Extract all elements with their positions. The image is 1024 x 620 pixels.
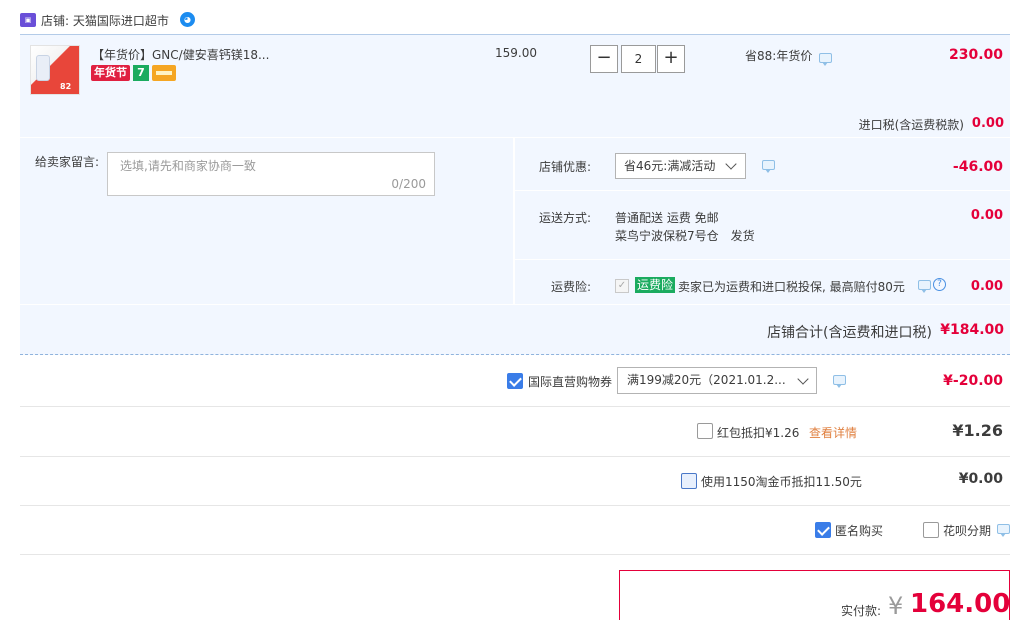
- chat-bubble-icon[interactable]: [819, 53, 832, 66]
- quantity-minus-button[interactable]: −: [590, 45, 618, 73]
- divider: [20, 505, 1010, 506]
- seven-day-return-icon: 7: [133, 65, 149, 81]
- chat-bubble-icon[interactable]: [833, 375, 846, 388]
- store-promo-select[interactable]: 省46元:满减活动: [615, 153, 746, 179]
- unit-price: 159.00: [495, 46, 537, 60]
- help-icon[interactable]: ?: [933, 278, 946, 291]
- freight-insurance-label: 运费险:: [550, 280, 591, 294]
- chevron-down-icon: [725, 158, 737, 170]
- store-promo-selected: 省46元:满减活动: [624, 159, 716, 173]
- festival-badge: 年货节: [91, 65, 130, 81]
- item-title[interactable]: 【年货价】GNC/健安喜钙镁18...: [92, 46, 269, 63]
- shipping-value: 0.00: [970, 208, 1003, 223]
- red-packet-value: ¥1.26: [952, 421, 1003, 440]
- shipping-label: 运送方式:: [538, 211, 591, 225]
- coupon-select[interactable]: 满199减20元（2021.01.2...: [617, 367, 817, 394]
- seller-message-placeholder: 选填,请先和商家协商一致: [120, 159, 256, 173]
- chevron-down-icon: [797, 373, 809, 385]
- divider: [20, 456, 1010, 457]
- coupon-label[interactable]: 国际直营购物券: [528, 373, 612, 390]
- quantity-input[interactable]: 2: [621, 45, 656, 73]
- divider: [515, 259, 1010, 260]
- red-packet-label[interactable]: 红包抵扣¥1.26: [717, 424, 799, 441]
- discount-label: 省88:年货价: [745, 49, 813, 63]
- payment-currency: ¥: [888, 592, 904, 620]
- divider: [20, 554, 1010, 555]
- anonymous-checkbox[interactable]: [815, 522, 831, 538]
- chat-bubble-icon[interactable]: [762, 160, 775, 173]
- taobao-coins-checkbox[interactable]: [681, 473, 697, 489]
- store-name[interactable]: 店铺: 天猫国际进口超市: [41, 12, 169, 29]
- huabei-label[interactable]: 花呗分期: [943, 522, 991, 539]
- tmall-store-icon: ▣: [20, 13, 36, 27]
- payment-label: 实付款:: [841, 604, 882, 618]
- taobao-coins-value: ¥0.00: [958, 471, 1003, 487]
- red-packet-details-link[interactable]: 查看详情: [809, 424, 857, 441]
- divider: [20, 406, 1010, 407]
- freight-insurance-description: 卖家已为运费和进口税投保, 最高赔付80元: [678, 280, 905, 294]
- red-packet-checkbox[interactable]: [697, 423, 713, 439]
- taobao-coins-label[interactable]: 使用1150淘金币抵扣11.50元: [701, 473, 862, 490]
- coupon-checkbox[interactable]: [507, 373, 523, 389]
- freight-insurance-badge: 运费险: [635, 277, 676, 293]
- store-promo-label: 店铺优惠:: [538, 160, 591, 174]
- import-tax-label: 进口税(含运费税款): [858, 118, 964, 132]
- coupon-selected: 满199减20元（2021.01.2...: [627, 373, 786, 387]
- product-bottle-image: [36, 55, 50, 81]
- chat-bubble-icon[interactable]: [918, 280, 931, 293]
- import-tax-value: 0.00: [971, 116, 1004, 131]
- coupon-value: ¥-20.00: [943, 373, 1003, 389]
- wangwang-chat-icon[interactable]: ◕: [180, 12, 195, 27]
- seller-message-label: 给卖家留言:: [35, 155, 100, 169]
- thumbnail-tag: 82: [60, 82, 72, 91]
- shipping-method: 普通配送 运费 免邮: [615, 211, 719, 225]
- store-total-value: ¥184.00: [940, 322, 1004, 338]
- huabei-checkbox[interactable]: [923, 522, 939, 538]
- anonymous-label[interactable]: 匿名购买: [835, 522, 883, 539]
- shipping-warehouse: 菜鸟宁波保税7号仓 发货: [615, 229, 755, 243]
- item-total: 230.00: [948, 47, 1003, 63]
- payment-amount: 164.00: [910, 589, 1011, 619]
- divider: [515, 190, 1010, 191]
- freight-insurance-value: 0.00: [970, 279, 1003, 294]
- store-promo-value: -46.00: [952, 159, 1003, 175]
- quantity-plus-button[interactable]: +: [657, 45, 685, 73]
- credit-card-icon: [152, 65, 176, 81]
- seller-message-counter: 0/200: [391, 177, 426, 191]
- chat-bubble-icon[interactable]: [997, 524, 1010, 537]
- freight-insurance-checkbox: ✓: [615, 279, 629, 293]
- store-total-label: 店铺合计(含运费和进口税): [767, 325, 932, 341]
